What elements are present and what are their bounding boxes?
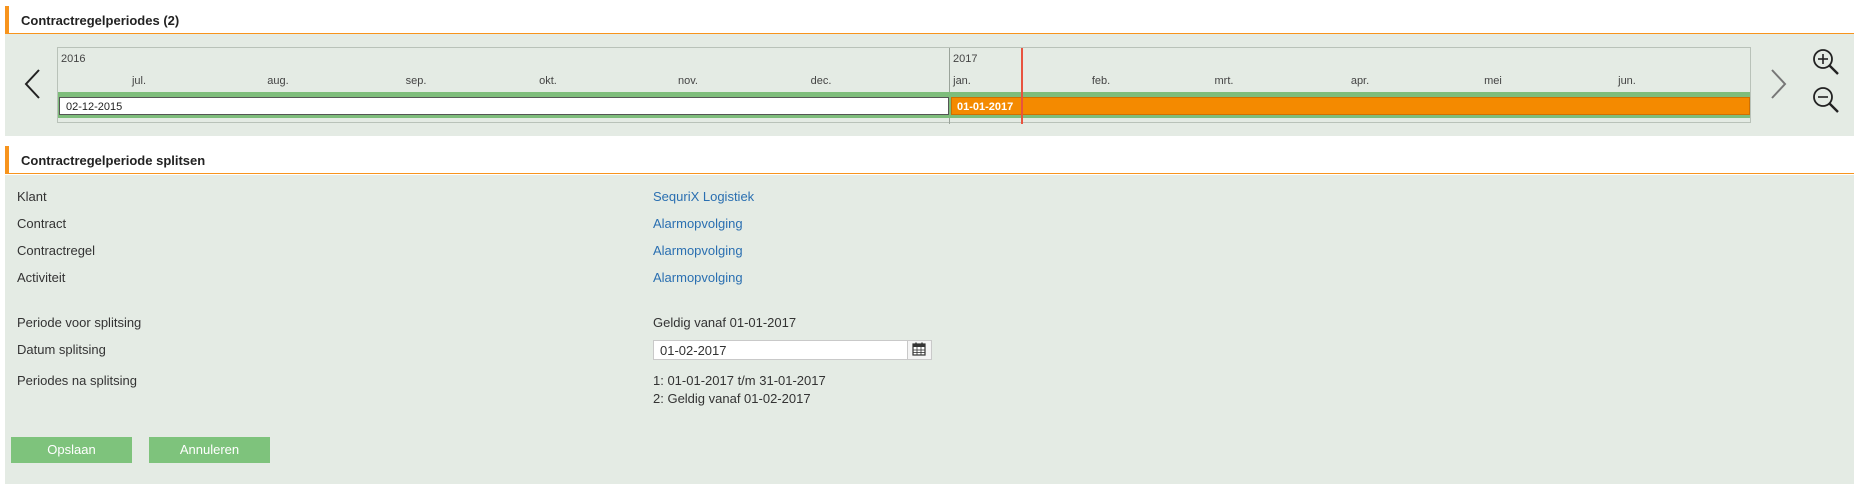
zoom-out-icon[interactable] <box>1812 86 1840 114</box>
contractregel-label: Contractregel <box>17 243 96 258</box>
today-marker <box>1021 48 1023 124</box>
timeline: 2016 2017 jul. aug. sep. okt. nov. dec. … <box>57 47 1751 124</box>
contractregel-link[interactable]: Alarmopvolging <box>653 243 743 258</box>
month-label: feb. <box>1091 75 1111 87</box>
month-label: jan. <box>953 75 971 87</box>
period-bar-new[interactable]: 01-01-2017 <box>951 97 1750 115</box>
month-label: sep. <box>405 75 427 87</box>
periodes-na-label: Periodes na splitsing <box>17 373 137 388</box>
timeline-section-title: Contractregelperiodes (2) <box>21 13 180 28</box>
period-bar-label: 02-12-2015 <box>66 101 123 113</box>
month-label: mei <box>1484 75 1502 87</box>
periodes-na-line2: 2: Geldig vanaf 01-02-2017 <box>653 391 811 406</box>
timeline-panel: 2016 2017 jul. aug. sep. okt. nov. dec. … <box>5 34 1854 136</box>
year-label: 2017 <box>953 53 978 65</box>
split-form-panel <box>5 175 1854 484</box>
zoom-in-icon[interactable] <box>1812 48 1840 76</box>
split-section-title: Contractregelperiode splitsen <box>21 153 206 168</box>
split-section-header: Contractregelperiode splitsen <box>5 146 1854 174</box>
calendar-button[interactable] <box>908 340 932 360</box>
month-label: jul. <box>131 75 147 87</box>
month-label: apr. <box>1350 75 1370 87</box>
cancel-button[interactable]: Annuleren <box>149 437 270 463</box>
periodes-na-line1: 1: 01-01-2017 t/m 31-01-2017 <box>653 373 826 388</box>
month-label: aug. <box>267 75 289 87</box>
month-label: mrt. <box>1214 75 1234 87</box>
periode-voor-label: Periode voor splitsing <box>17 315 142 330</box>
timeline-section-header: Contractregelperiodes (2) <box>5 6 1854 34</box>
month-label: okt. <box>539 75 557 87</box>
datum-splitsing-input[interactable] <box>653 340 908 360</box>
save-button[interactable]: Opslaan <box>11 437 132 463</box>
month-label: jun. <box>1618 75 1636 87</box>
contract-link[interactable]: Alarmopvolging <box>653 216 743 231</box>
month-label: dec. <box>810 75 832 87</box>
calendar-icon <box>912 342 926 356</box>
contract-label: Contract <box>17 216 67 231</box>
activiteit-link[interactable]: Alarmopvolging <box>653 270 743 285</box>
datum-splitsing-label: Datum splitsing <box>17 342 106 357</box>
period-bar-label: 01-01-2017 <box>957 101 1014 113</box>
klant-label: Klant <box>17 189 47 204</box>
activiteit-label: Activiteit <box>17 270 66 285</box>
chevron-left-icon[interactable] <box>23 68 41 100</box>
year-label: 2016 <box>61 53 86 65</box>
klant-link[interactable]: SequriX Logistiek <box>653 189 754 204</box>
month-label: nov. <box>678 75 698 87</box>
chevron-right-icon[interactable] <box>1770 68 1788 100</box>
period-bar-old[interactable]: 02-12-2015 <box>59 97 949 115</box>
periode-voor-value: Geldig vanaf 01-01-2017 <box>653 315 797 330</box>
